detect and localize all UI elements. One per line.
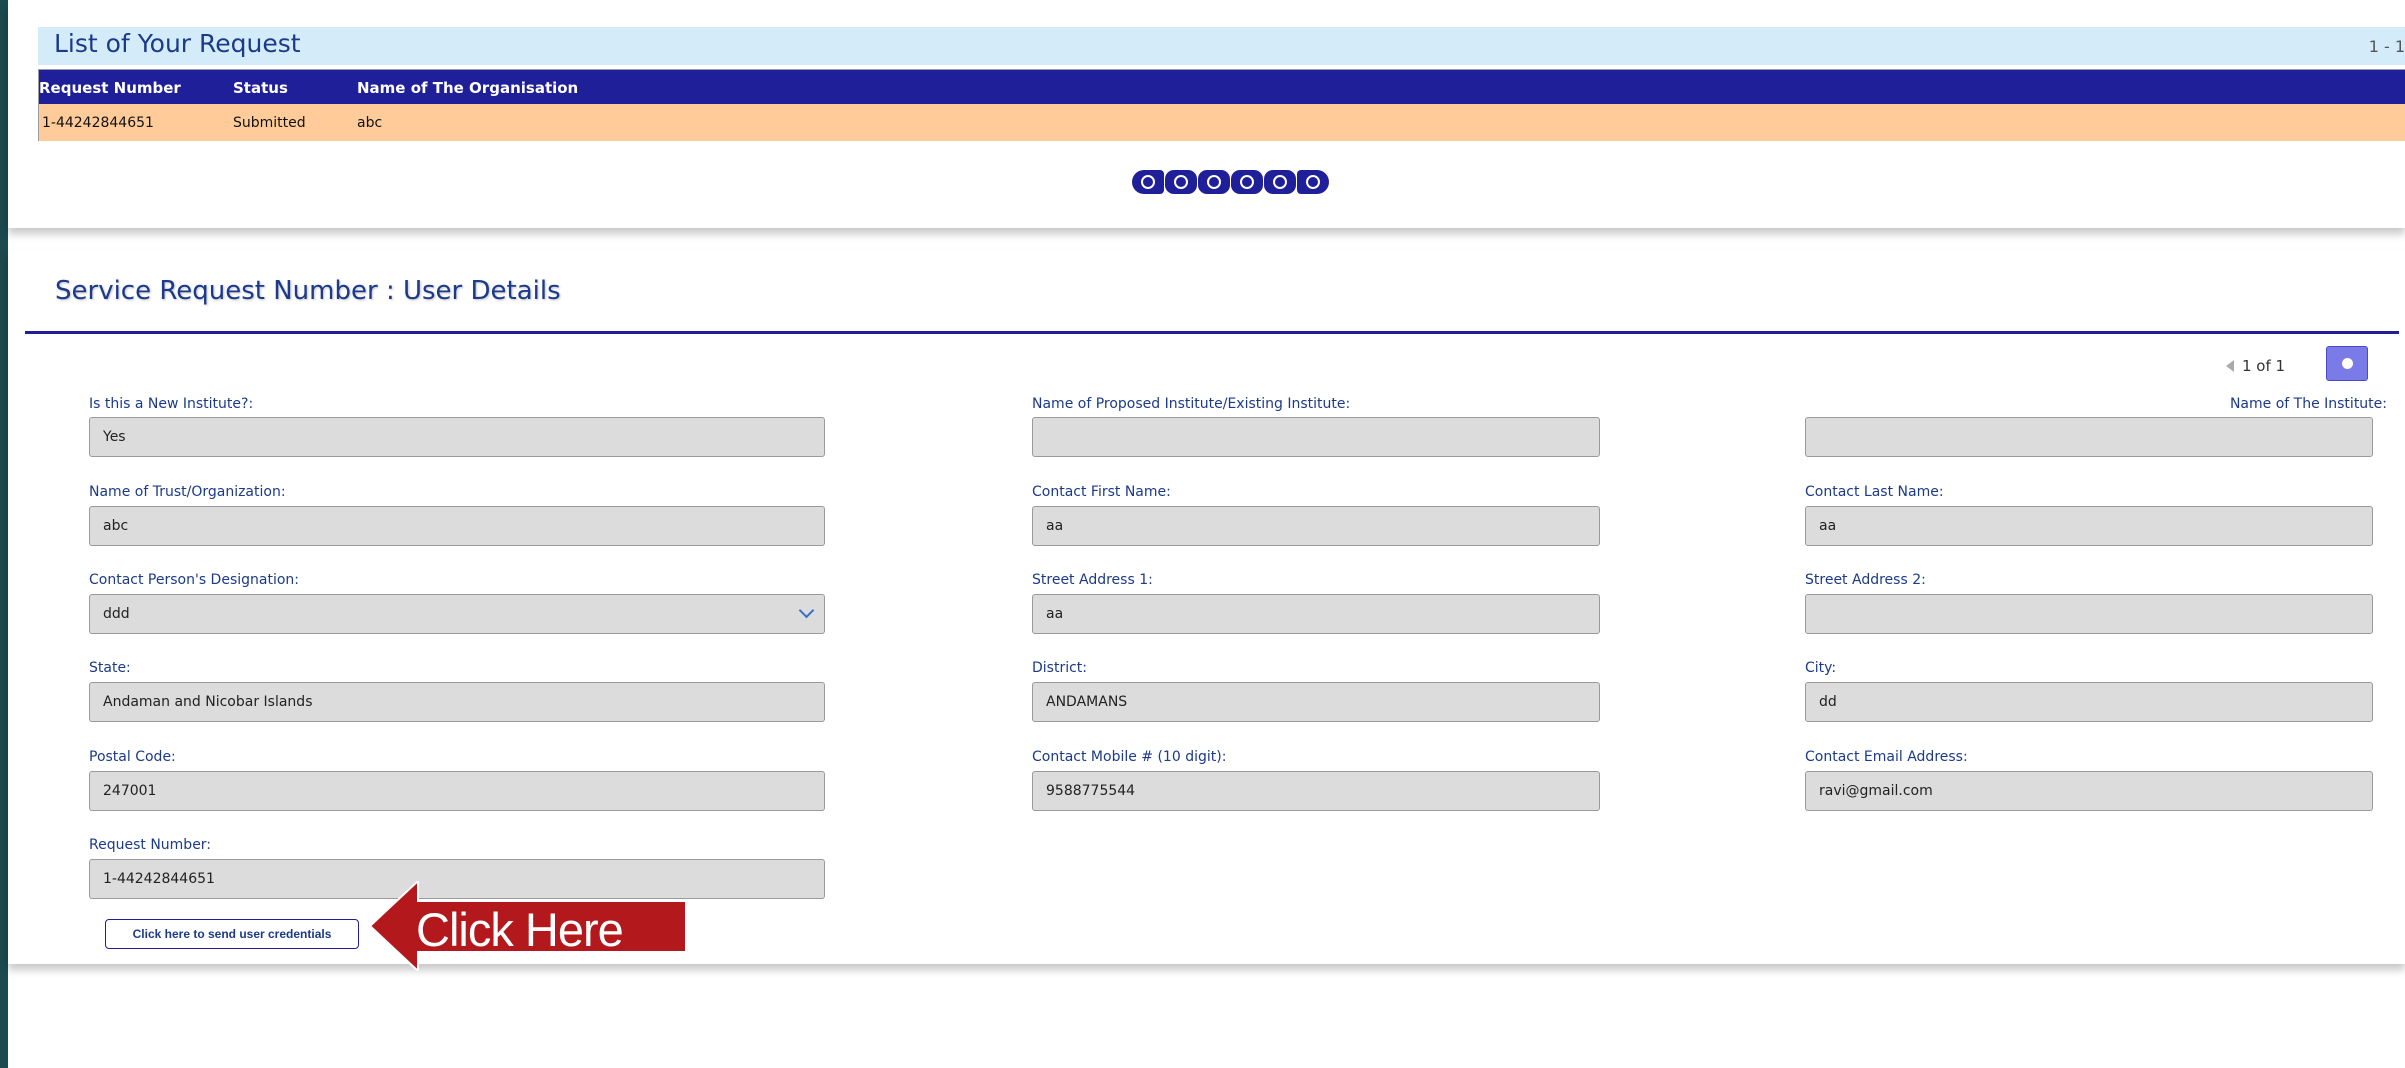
designation-select[interactable]: ddd [89, 594, 825, 634]
street1-label: Street Address 1: [1032, 572, 1153, 588]
click-here-callout: Click Here [416, 903, 624, 956]
column-header-request-number[interactable]: Request Number [39, 79, 181, 97]
street2-label: Street Address 2: [1805, 572, 1926, 588]
designation-label: Contact Person's Designation: [89, 572, 300, 588]
request-table: Request Number Status Name of The Organi… [38, 69, 2405, 141]
pagination [1132, 170, 1352, 194]
city-label: City: [1805, 660, 1837, 676]
previous-button[interactable] [1198, 170, 1230, 194]
chevron-down-icon[interactable] [798, 602, 815, 619]
mobile-field[interactable]: 9588775544 [1032, 771, 1600, 811]
table-row[interactable]: 1-44242844651 Submitted abc [39, 104, 2405, 141]
new-institute-field[interactable]: Yes [89, 417, 825, 457]
list-title: List of Your Request [54, 29, 301, 58]
cell-status: Submitted [233, 115, 306, 131]
district-field[interactable]: ANDAMANS [1032, 682, 1600, 722]
gear-icon [2341, 358, 2353, 369]
trust-name-label: Name of Trust/Organization: [89, 484, 286, 500]
trust-name-field[interactable]: abc [89, 506, 825, 546]
institute-name-field[interactable] [1805, 417, 2373, 457]
divider [25, 331, 2399, 334]
first-page-icon [1141, 175, 1155, 189]
designation-value: ddd [103, 606, 130, 622]
record-position: 1 of 1 [2242, 357, 2286, 375]
postal-code-label: Postal Code: [89, 749, 176, 765]
table-header-row: Request Number Status Name of The Organi… [39, 70, 2405, 104]
prev-page-icon [1174, 175, 1188, 189]
first-name-label: Contact First Name: [1032, 484, 1171, 500]
last-name-label: Contact Last Name: [1805, 484, 1944, 500]
state-label: State: [89, 660, 131, 676]
page: List of Your Request 1 - 1 Request Numbe… [8, 0, 2405, 1068]
previous-record-icon[interactable] [2226, 360, 2234, 372]
request-number-label: Request Number: [89, 837, 212, 853]
email-field[interactable]: ravi@gmail.com [1805, 771, 2373, 811]
list-header: List of Your Request 1 - 1 [38, 27, 2405, 65]
last-page-icon [1306, 175, 1320, 189]
request-list-panel: List of Your Request 1 - 1 Request Numbe… [8, 0, 2405, 228]
street2-field[interactable] [1805, 594, 2373, 634]
first-name-field[interactable]: aa [1032, 506, 1600, 546]
next-page-icon [1273, 175, 1287, 189]
list-record-count: 1 - 1 [2368, 37, 2405, 56]
record-navigation: 1 of 1 [2226, 354, 2285, 378]
send-credentials-button[interactable]: Click here to send user credentials [105, 919, 359, 949]
state-field[interactable]: Andaman and Nicobar Islands [89, 682, 825, 722]
previous-set-button[interactable] [1165, 170, 1197, 194]
email-label: Contact Email Address: [1805, 749, 1968, 765]
settings-button[interactable] [2326, 346, 2368, 381]
street1-field[interactable]: aa [1032, 594, 1600, 634]
postal-code-field[interactable]: 247001 [89, 771, 825, 811]
user-details-panel: Service Request Number : User Details 1 … [8, 250, 2405, 971]
mobile-label: Contact Mobile # (10 digit): [1032, 749, 1227, 765]
column-header-status[interactable]: Status [233, 79, 288, 97]
details-title: Service Request Number : User Details [55, 276, 561, 306]
cell-organisation: abc [357, 115, 383, 131]
last-name-field[interactable]: aa [1805, 506, 2373, 546]
next-button[interactable] [1231, 170, 1263, 194]
last-page-button[interactable] [1297, 170, 1329, 194]
next-icon [1240, 175, 1254, 189]
cell-request-number[interactable]: 1-44242844651 [42, 115, 154, 131]
proposed-institute-field[interactable] [1032, 417, 1600, 457]
new-institute-label: Is this a New Institute?: [89, 396, 254, 412]
prev-icon [1207, 175, 1221, 189]
column-header-organisation[interactable]: Name of The Organisation [357, 79, 578, 97]
first-page-button[interactable] [1132, 170, 1164, 194]
institute-name-label: Name of The Institute: [2229, 396, 2387, 412]
next-set-button[interactable] [1264, 170, 1296, 194]
city-field[interactable]: dd [1805, 682, 2373, 722]
proposed-institute-label: Name of Proposed Institute/Existing Inst… [1032, 396, 1351, 412]
district-label: District: [1032, 660, 1088, 676]
